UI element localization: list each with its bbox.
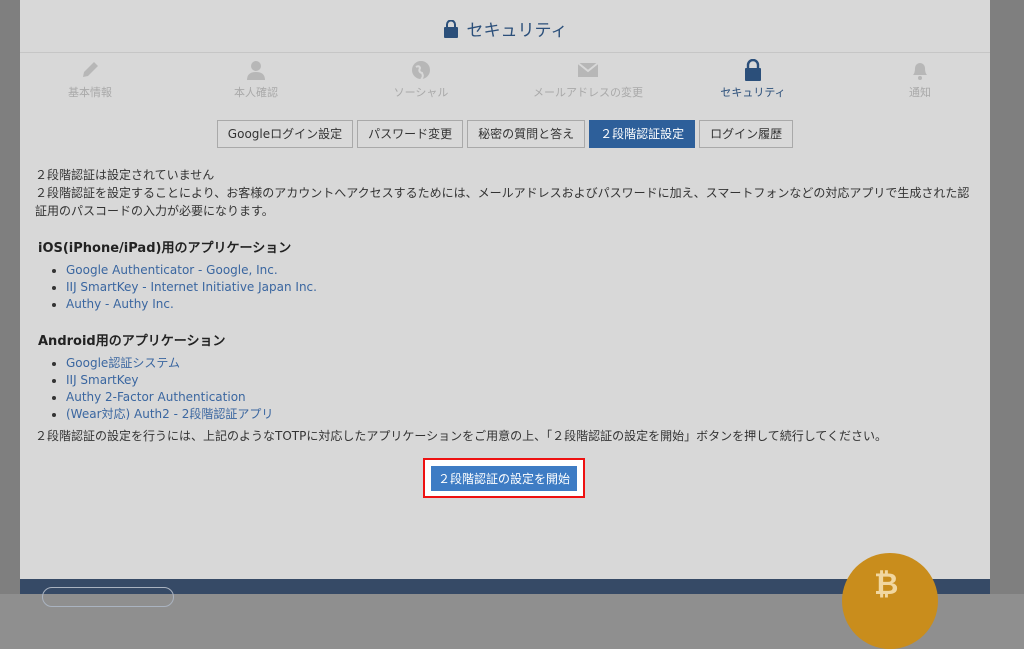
bell-icon: [913, 63, 927, 80]
list-item[interactable]: Google Authenticator - Google, Inc.: [66, 262, 978, 279]
instruction-text: ２段階認証の設定を行うには、上記のようなTOTPに対応したアプリケーションをご用…: [35, 429, 888, 443]
nav-item-social[interactable]: ソーシャル: [341, 58, 501, 100]
tab-secret-question[interactable]: 秘密の質問と答え: [467, 120, 586, 148]
page-title: セキュリティ: [20, 18, 990, 46]
tab-two-factor[interactable]: ２段階認証設定: [589, 120, 696, 148]
bitcoin-icon: ₿: [874, 567, 899, 602]
status-text: ２段階認証は設定されていません: [35, 168, 215, 182]
start-two-factor-button[interactable]: ２段階認証の設定を開始: [431, 466, 577, 491]
ios-heading: iOS(iPhone/iPad)用のアプリケーション: [38, 241, 292, 256]
nav-label: メールアドレスの変更: [533, 86, 643, 99]
description-text: ２段階認証を設定することにより、お客様のアカウントへアクセスするためには、メール…: [35, 186, 970, 218]
lock-icon: [443, 19, 459, 46]
title-divider: [20, 52, 990, 53]
list-item[interactable]: (Wear対応) Auth2 - 2段階認証アプリ: [66, 406, 978, 423]
bitcoin-logo[interactable]: ₿: [842, 553, 938, 649]
list-item[interactable]: IIJ SmartKey - Internet Initiative Japan…: [66, 279, 978, 296]
nav-item-email[interactable]: メールアドレスの変更: [508, 58, 668, 100]
android-app-list: Google認証システム IIJ SmartKey Authy 2-Factor…: [32, 355, 978, 423]
nav-item-identity[interactable]: 本人確認: [176, 58, 336, 100]
ios-app-list: Google Authenticator - Google, Inc. IIJ …: [32, 262, 978, 313]
nav-item-basic-info[interactable]: 基本情報: [10, 58, 170, 100]
person-icon: [247, 61, 265, 80]
list-item[interactable]: Authy - Authy Inc.: [66, 296, 978, 313]
nav-label: セキュリティ: [720, 86, 786, 99]
two-factor-content: ２段階認証は設定されていません ２段階認証を設定することにより、お客様のアカウン…: [32, 166, 978, 445]
envelope-icon: [577, 62, 599, 77]
list-item[interactable]: Authy 2-Factor Authentication: [66, 389, 978, 406]
page-title-text: セキュリティ: [466, 21, 568, 41]
pencil-icon: [83, 62, 98, 77]
tab-google-login[interactable]: Googleログイン設定: [216, 120, 354, 148]
tab-password-change[interactable]: パスワード変更: [357, 120, 464, 148]
list-item[interactable]: IIJ SmartKey: [66, 372, 978, 389]
list-item[interactable]: Google認証システム: [66, 355, 978, 372]
android-heading: Android用のアプリケーション: [38, 334, 226, 349]
nav-label: 本人確認: [234, 86, 278, 99]
nav-item-notifications[interactable]: 通知: [840, 58, 1000, 100]
lock-icon: [745, 59, 761, 81]
security-tabs: Googleログイン設定 パスワード変更 秘密の質問と答え ２段階認証設定 ログイン履歴: [20, 120, 990, 148]
settings-nav: 基本情報 本人確認 ソーシャル メールアドレスの変更 セキュリティ 通知: [20, 58, 990, 104]
nav-label: 通知: [909, 86, 931, 99]
tab-login-history[interactable]: ログイン履歴: [699, 120, 794, 148]
nav-label: ソーシャル: [393, 86, 449, 99]
nav-label: 基本情報: [68, 86, 112, 99]
nav-item-security[interactable]: セキュリティ: [673, 58, 833, 100]
start-button-highlight: ２段階認証の設定を開始: [423, 458, 585, 498]
globe-icon: [412, 61, 430, 80]
footer-pill-button[interactable]: [42, 587, 174, 607]
